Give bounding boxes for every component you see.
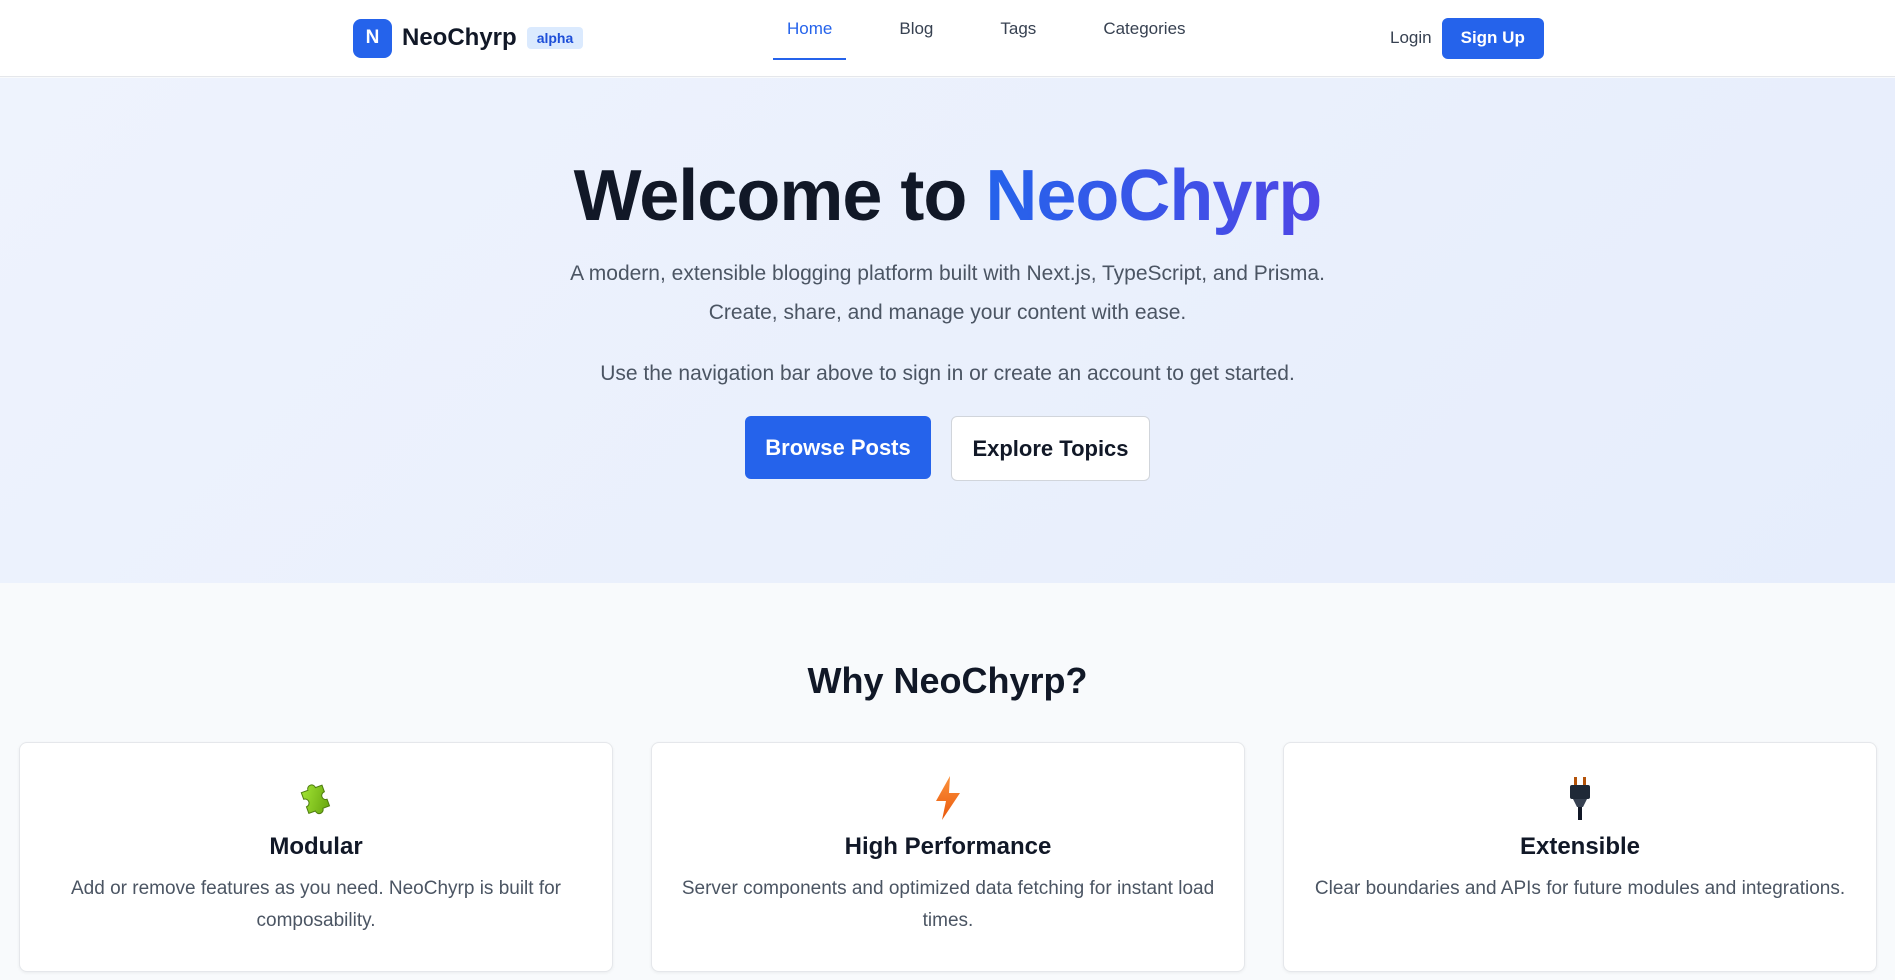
feature-text: Add or remove features as you need. NeoC… — [70, 878, 562, 931]
top-navbar: N NeoChyrp alpha Home Blog Tags Categori… — [0, 0, 1895, 77]
signup-button[interactable]: Sign Up — [1441, 17, 1544, 59]
hero-title-accent: NeoChyrp — [985, 156, 1322, 236]
feature-card-modular: Modular Add or remove features as you ne… — [19, 742, 613, 972]
nav-link-tags[interactable]: Tags — [986, 0, 1050, 60]
plug-icon — [1557, 775, 1603, 821]
hero-note: Use the navigation bar above to sign in … — [600, 362, 1295, 385]
brand[interactable]: N NeoChyrp alpha — [353, 18, 584, 58]
main-nav: Home Blog Tags Categories — [773, 0, 1239, 77]
feature-text: Server components and optimized data fet… — [681, 878, 1215, 931]
hero-subtitle-line2: Create, share, and manage your content w… — [708, 301, 1187, 324]
login-link[interactable]: Login — [1390, 28, 1432, 48]
feature-title: High Performance — [844, 833, 1052, 860]
feature-text: Clear boundaries and APIs for future mod… — [1314, 878, 1846, 899]
brand-logo[interactable]: N — [353, 18, 392, 58]
lightning-icon — [925, 775, 971, 821]
hero-buttons: Browse Posts Explore Topics — [0, 416, 1895, 481]
browse-posts-button[interactable]: Browse Posts — [745, 416, 931, 479]
hero-section: Welcome to NeoChyrp A modern, extensible… — [0, 78, 1895, 583]
nav-link-categories[interactable]: Categories — [1089, 0, 1199, 60]
puzzle-icon — [293, 775, 339, 821]
feature-title: Modular — [269, 833, 363, 860]
hero-subtitle: A modern, extensible blogging platform b… — [0, 254, 1895, 332]
hero-title: Welcome to NeoChyrp — [0, 156, 1895, 236]
hero-title-prefix: Welcome to — [573, 156, 986, 236]
feature-card-performance: High Performance Server components and o… — [651, 742, 1245, 972]
feature-title: Extensible — [1519, 833, 1641, 860]
auth-actions: Login Sign Up — [1390, 17, 1544, 59]
features-heading: Why NeoChyrp? — [807, 660, 1088, 701]
explore-topics-button[interactable]: Explore Topics — [951, 416, 1150, 481]
nav-link-home[interactable]: Home — [773, 0, 847, 60]
alpha-badge: alpha — [526, 27, 584, 49]
hero-subtitle-line1: A modern, extensible blogging platform b… — [570, 262, 1325, 285]
feature-card-extensible: Extensible Clear boundaries and APIs for… — [1283, 742, 1877, 972]
brand-name[interactable]: NeoChyrp — [402, 24, 517, 52]
nav-link-blog[interactable]: Blog — [885, 0, 947, 60]
